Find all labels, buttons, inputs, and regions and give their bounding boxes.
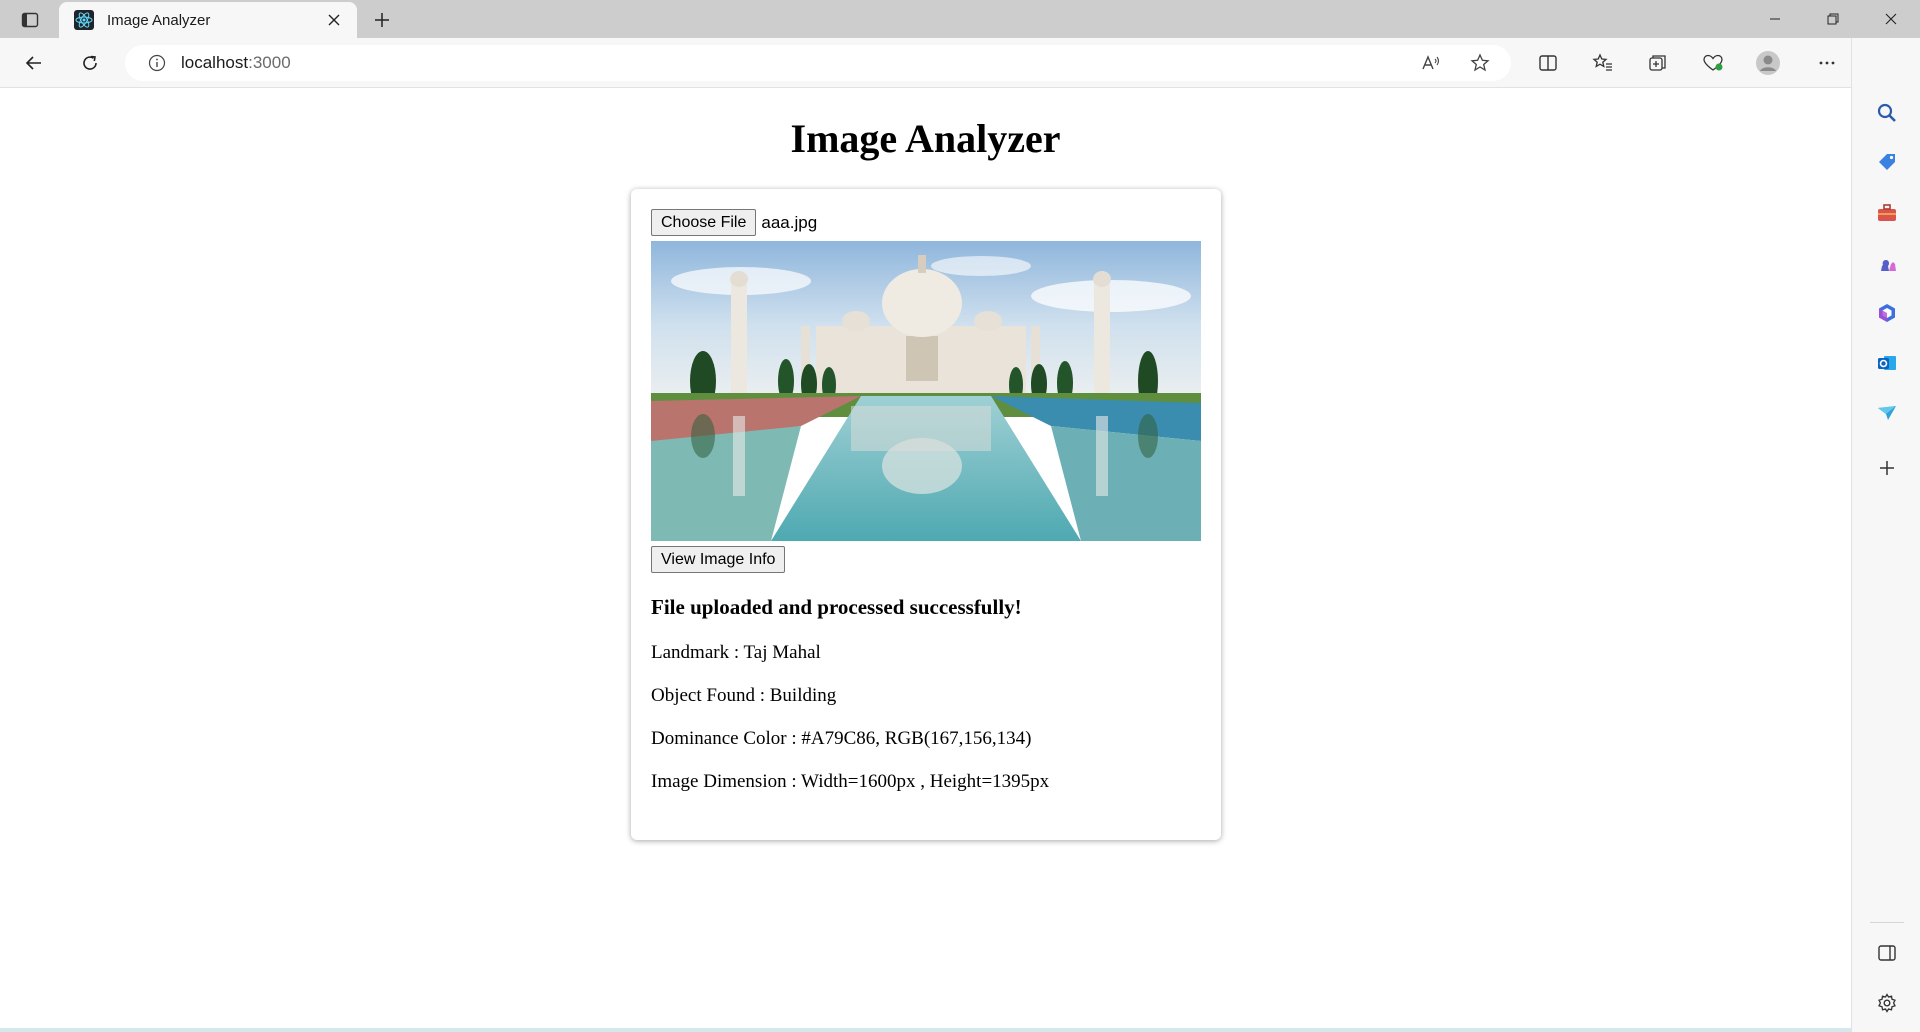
uploaded-image-preview xyxy=(651,241,1201,541)
tab-actions-icon[interactable] xyxy=(14,8,46,32)
url-text: localhost:3000 xyxy=(181,53,291,72)
view-image-info-wrapper: View Image Info xyxy=(651,546,786,573)
bottom-edge xyxy=(0,1028,1851,1032)
tab-strip: Image Analyzer xyxy=(0,0,1920,38)
react-atom-icon xyxy=(73,9,95,31)
office-icon[interactable] xyxy=(1872,298,1902,328)
active-tab[interactable]: Image Analyzer xyxy=(59,2,357,38)
dominant-color-info: Dominance Color : #A79C86, RGB(167,156,1… xyxy=(651,728,1032,749)
choose-file-button[interactable]: Choose File xyxy=(651,209,757,236)
page-viewport: Image Analyzer Choose File aaa.jpg View … xyxy=(0,89,1851,1032)
page-title: Image Analyzer xyxy=(790,116,1061,161)
selected-file-name: aaa.jpg xyxy=(761,212,818,232)
upload-status-heading: File uploaded and processed successfully… xyxy=(651,595,1022,619)
back-icon[interactable] xyxy=(18,47,50,79)
object-info: Object Found : Building xyxy=(651,685,837,706)
read-aloud-icon[interactable] xyxy=(1415,47,1447,79)
chess-icon[interactable] xyxy=(1872,248,1902,278)
analyzer-card: Choose File aaa.jpg View Image Info File… xyxy=(631,189,1221,840)
collections-icon[interactable] xyxy=(1642,47,1674,79)
image-dimension-info: Image Dimension : Width=1600px , Height=… xyxy=(651,771,1050,792)
close-tab-icon[interactable] xyxy=(323,9,345,31)
close-window-icon[interactable] xyxy=(1862,0,1920,38)
window-controls xyxy=(1746,0,1920,38)
split-panel-icon[interactable] xyxy=(1872,938,1902,968)
address-bar[interactable]: localhost:3000 xyxy=(125,45,1511,81)
info-icon[interactable] xyxy=(147,53,167,73)
tab-title: Image Analyzer xyxy=(107,11,211,29)
sidebar-divider xyxy=(1870,922,1904,923)
search-icon[interactable] xyxy=(1872,98,1902,128)
toolbox-icon[interactable] xyxy=(1872,198,1902,228)
file-input: Choose File aaa.jpg xyxy=(651,209,817,236)
outlook-icon[interactable] xyxy=(1872,348,1902,378)
restore-icon[interactable] xyxy=(1804,0,1862,38)
navigation-toolbar: localhost:3000 xyxy=(0,38,1920,88)
split-screen-icon[interactable] xyxy=(1532,47,1564,79)
favorite-star-icon[interactable] xyxy=(1464,47,1496,79)
view-image-info-button[interactable]: View Image Info xyxy=(651,546,786,573)
minimize-icon[interactable] xyxy=(1746,0,1804,38)
plus-icon[interactable] xyxy=(1872,453,1902,483)
browser-essentials-icon[interactable] xyxy=(1697,47,1729,79)
new-tab-button[interactable] xyxy=(368,6,396,34)
favorites-icon[interactable] xyxy=(1587,47,1619,79)
more-options-icon[interactable] xyxy=(1811,47,1843,79)
edge-sidebar xyxy=(1851,38,1920,1032)
landmark-info: Landmark : Taj Mahal xyxy=(651,642,821,663)
refresh-icon[interactable] xyxy=(74,47,106,79)
shopping-tag-icon[interactable] xyxy=(1872,148,1902,178)
settings-icon[interactable] xyxy=(1872,988,1902,1018)
send-icon[interactable] xyxy=(1872,398,1902,428)
profile-avatar[interactable] xyxy=(1752,47,1784,79)
